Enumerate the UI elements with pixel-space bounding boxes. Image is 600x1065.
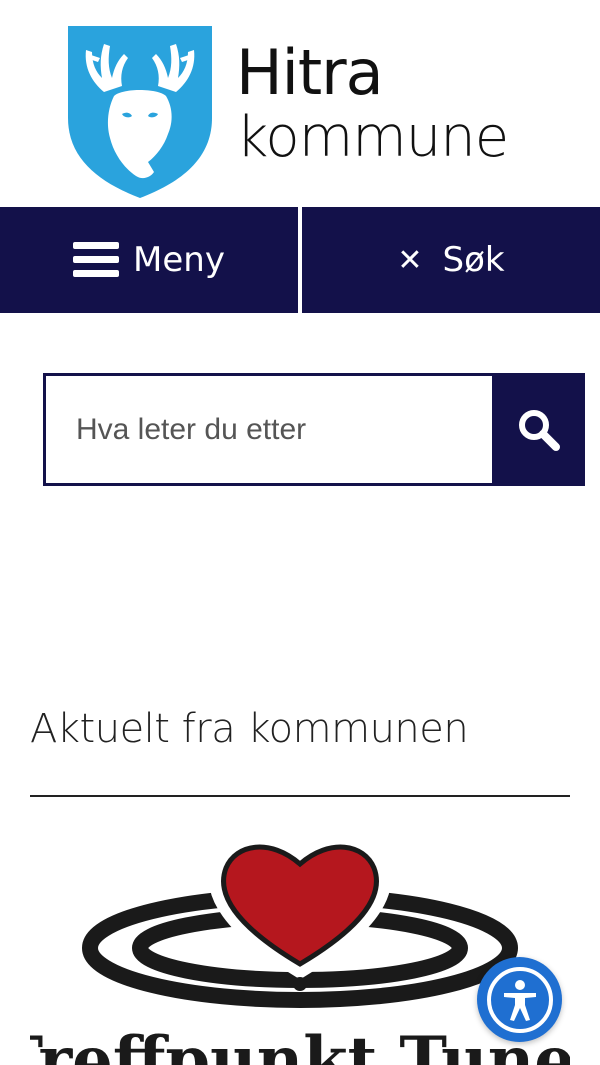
search-submit-button[interactable] [492,373,585,486]
menu-button[interactable]: Meny [0,207,298,313]
search-form [43,373,585,486]
search-toggle-label: Søk [442,240,505,280]
hamburger-icon [73,242,120,278]
logo-wordmark: Hitra kommune [236,36,509,170]
news-divider [30,795,570,797]
news-heading: Aktuelt fra kommunen [30,706,469,752]
accessibility-person-icon [503,979,536,1021]
close-icon: ✕ [397,242,423,278]
search-toggle-button[interactable]: ✕ Søk [302,207,600,313]
accessibility-button[interactable] [477,957,562,1042]
logo-title: Hitra [236,36,384,109]
deer-shield-icon [68,26,212,198]
logo-subtitle: kommune [236,105,509,170]
menu-button-label: Meny [133,240,225,280]
magnifier-icon [518,409,560,451]
search-input[interactable] [43,373,492,486]
page: Hitra kommune Meny ✕ Søk Aktuelt fra kom… [0,0,600,1065]
home-logo-link[interactable]: Hitra kommune [64,22,544,202]
accessibility-ring [486,966,553,1033]
main-navbar: Meny ✕ Søk [0,207,600,313]
